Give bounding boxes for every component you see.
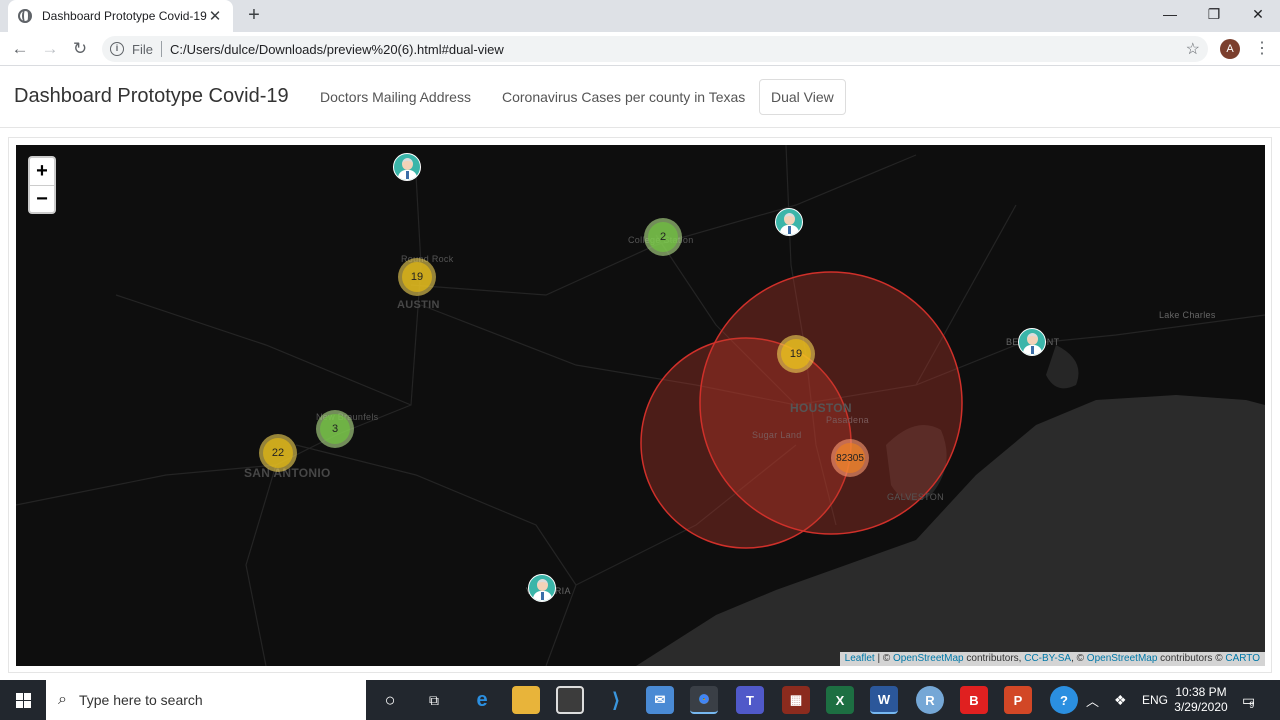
cluster-marker[interactable]: 19 xyxy=(398,258,436,296)
teams-icon[interactable]: T xyxy=(736,686,764,714)
profile-avatar[interactable]: A xyxy=(1220,39,1240,59)
mail-icon[interactable]: ✉ xyxy=(646,686,674,714)
browser-toolbar: ← → ↻ i File C:/Users/dulce/Downloads/pr… xyxy=(0,32,1280,66)
app-navbar: Dashboard Prototype Covid-19 Doctors Mai… xyxy=(0,67,1280,128)
doctor-marker-icon[interactable] xyxy=(393,153,421,181)
cluster-marker[interactable]: 19 xyxy=(777,335,815,373)
carto-link[interactable]: CARTO xyxy=(1225,653,1260,664)
nav-coronavirus-cases[interactable]: Coronavirus Cases per county in Texas xyxy=(502,89,745,105)
close-window-button[interactable]: ✕ xyxy=(1236,0,1280,30)
store-icon[interactable] xyxy=(556,686,584,714)
osm-link[interactable]: OpenStreetMap xyxy=(893,653,964,664)
nav-doctors-mailing-address[interactable]: Doctors Mailing Address xyxy=(320,89,471,105)
powerpoint-icon[interactable]: P xyxy=(1004,686,1032,714)
address-bar[interactable]: i File C:/Users/dulce/Downloads/preview%… xyxy=(102,36,1208,62)
taskbar-clock[interactable]: 10:38 PM 3/29/2020 xyxy=(1166,685,1236,715)
zoom-out-button[interactable]: − xyxy=(30,185,54,212)
clock-time: 10:38 PM xyxy=(1175,685,1227,699)
zoom-in-button[interactable]: + xyxy=(30,158,54,185)
start-button[interactable] xyxy=(0,680,46,720)
cluster-count: 3 xyxy=(320,414,350,444)
browser-tab-strip: Dashboard Prototype Covid-19 ✕ + — ❐ ✕ xyxy=(0,0,1280,32)
osm-link[interactable]: OpenStreetMap xyxy=(1087,653,1158,664)
b-app-icon[interactable]: B xyxy=(960,686,988,714)
basemap xyxy=(16,145,1265,666)
city-label: Lake Charles xyxy=(1159,310,1216,320)
cluster-count: 22 xyxy=(263,438,293,468)
sabine-lake xyxy=(1046,345,1079,389)
doctor-marker-icon[interactable] xyxy=(775,208,803,236)
vscode-icon[interactable]: ⟩ xyxy=(602,686,630,714)
cluster-marker[interactable]: 22 xyxy=(259,434,297,472)
language-indicator[interactable]: ENG xyxy=(1142,680,1168,720)
doctor-marker-icon[interactable] xyxy=(528,574,556,602)
windows-taskbar: ⌕ Type here to search ○ ⧉ e ⟩ ✉ T ▦ X W … xyxy=(0,680,1280,720)
r-icon[interactable]: R xyxy=(916,686,944,714)
tray-chevron-icon[interactable]: ︿ xyxy=(1086,680,1099,720)
license-link[interactable]: CC-BY-SA xyxy=(1024,653,1071,664)
app-brand[interactable]: Dashboard Prototype Covid-19 xyxy=(14,85,289,108)
cluster-count: 2 xyxy=(648,222,678,252)
forward-icon[interactable]: → xyxy=(38,37,62,61)
new-tab-button[interactable]: + xyxy=(244,4,264,28)
winrar-icon[interactable]: ▦ xyxy=(782,686,810,714)
reload-icon[interactable]: ↻ xyxy=(68,37,92,61)
cluster-count: 82305 xyxy=(835,443,865,473)
tab-close-icon[interactable]: ✕ xyxy=(207,7,223,25)
city-label: Pasadena xyxy=(826,415,869,425)
city-label: Sugar Land xyxy=(752,430,802,440)
cluster-marker[interactable]: 3 xyxy=(316,410,354,448)
browser-menu-icon[interactable]: ⋮ xyxy=(1254,37,1270,61)
windows-logo-icon xyxy=(15,692,31,708)
cortana-icon[interactable]: ○ xyxy=(376,686,404,714)
city-label: GALVESTON xyxy=(887,492,944,502)
leaflet-link[interactable]: Leaflet xyxy=(845,653,875,664)
nav-dual-view[interactable]: Dual View xyxy=(759,79,846,115)
attribution-text: contributors, xyxy=(963,653,1025,664)
city-label: AUSTIN xyxy=(397,299,440,311)
notification-count: 9 xyxy=(1249,700,1255,710)
cluster-marker[interactable]: 82305 xyxy=(831,439,869,477)
taskbar-search[interactable]: ⌕ Type here to search xyxy=(46,680,366,720)
tab-title: Dashboard Prototype Covid-19 xyxy=(42,9,207,23)
attribution-text: | © xyxy=(874,653,894,664)
zoom-control: + − xyxy=(28,156,56,214)
map-attribution: Leaflet | © OpenStreetMap contributors, … xyxy=(839,652,1265,666)
search-placeholder: Type here to search xyxy=(78,692,203,708)
back-icon[interactable]: ← xyxy=(8,37,32,61)
edge-icon[interactable]: e xyxy=(468,686,496,714)
cluster-count: 19 xyxy=(402,262,432,292)
url-scheme: File xyxy=(132,41,153,57)
cluster-count: 19 xyxy=(781,339,811,369)
browser-tab[interactable]: Dashboard Prototype Covid-19 ✕ xyxy=(8,0,233,32)
clock-date: 3/29/2020 xyxy=(1174,700,1228,714)
help-icon[interactable]: ? xyxy=(1050,686,1078,714)
search-icon: ⌕ xyxy=(58,691,67,708)
city-label: HOUSTON xyxy=(790,401,852,415)
excel-icon[interactable]: X xyxy=(826,686,854,714)
word-icon[interactable]: W xyxy=(870,686,898,714)
info-icon[interactable]: i xyxy=(110,42,124,56)
file-explorer-icon[interactable] xyxy=(512,686,540,714)
map[interactable]: Round Rock AUSTIN New Braunfels SAN ANTO… xyxy=(16,145,1265,666)
bookmark-star-icon[interactable]: ☆ xyxy=(1186,39,1200,59)
notification-icon[interactable]: ▭ 9 xyxy=(1242,680,1255,720)
url-divider xyxy=(160,41,162,57)
dropbox-icon[interactable]: ❖ xyxy=(1114,680,1127,720)
globe-icon xyxy=(18,9,32,23)
chrome-icon[interactable] xyxy=(690,686,718,714)
restore-button[interactable]: ❐ xyxy=(1192,0,1236,30)
task-view-icon[interactable]: ⧉ xyxy=(420,686,448,714)
attribution-text: contributors © xyxy=(1157,653,1226,664)
doctor-marker-icon[interactable] xyxy=(1018,328,1046,356)
attribution-text: , © xyxy=(1071,653,1087,664)
url-text[interactable]: C:/Users/dulce/Downloads/preview%20(6).h… xyxy=(170,42,504,57)
cluster-marker[interactable]: 2 xyxy=(644,218,682,256)
minimize-button[interactable]: — xyxy=(1148,0,1192,30)
